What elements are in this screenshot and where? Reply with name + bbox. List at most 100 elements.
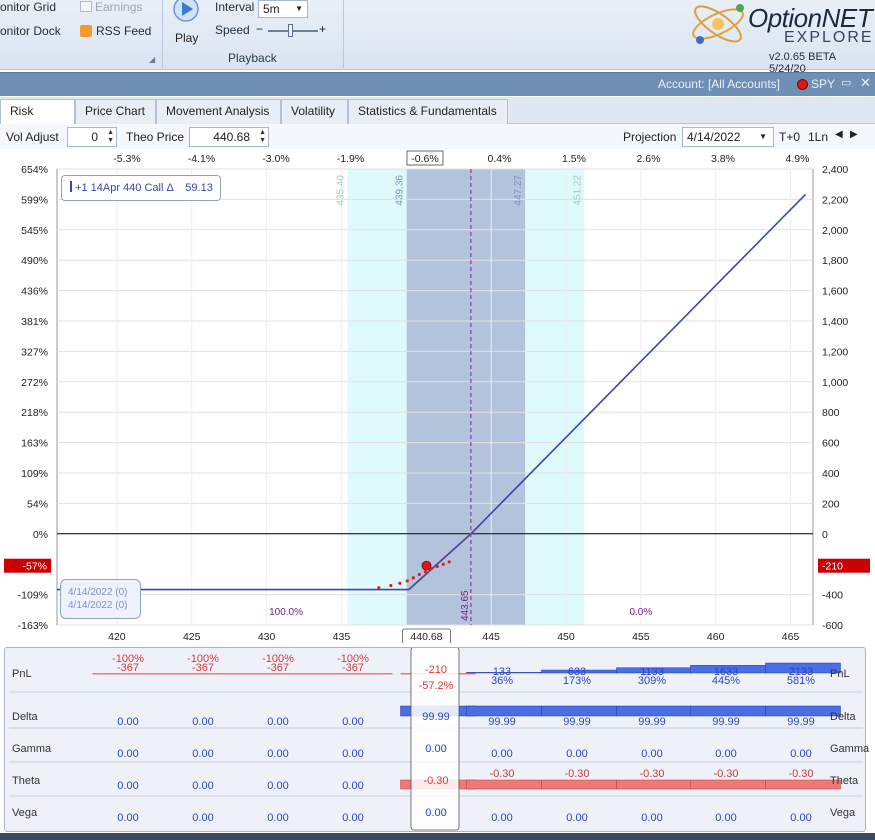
chevron-down-icon: ▼	[759, 132, 767, 141]
spinner-icon[interactable]: ▲ ▼	[107, 129, 114, 145]
symbol-label: SPY	[811, 77, 836, 91]
left-axis-tick: 0%	[33, 529, 48, 541]
greek-row-label: Delta	[830, 711, 856, 723]
theta-value: -0.30	[788, 768, 814, 780]
theta-value: -0.30	[423, 775, 449, 787]
rss-feed-button[interactable]: RSS Feed	[80, 24, 151, 38]
close-window-icon[interactable]: ✕	[860, 75, 871, 91]
tab-price-chart[interactable]: Price Chart	[75, 99, 156, 124]
legend-entry: +1 14Apr 440 Call Δ	[75, 182, 174, 194]
gamma-value: 0.00	[425, 743, 447, 755]
delta-bar	[690, 705, 766, 717]
gamma-value: 0.00	[342, 748, 364, 760]
gamma-value: 0.00	[641, 748, 663, 760]
bottom-axis-tick: 450	[557, 631, 575, 643]
trail-point	[447, 560, 451, 564]
top-axis-tick: -4.1%	[188, 153, 215, 165]
theo-price-input[interactable]: 440.68 ▲ ▼	[189, 127, 269, 147]
theta-bar	[616, 779, 692, 790]
risk-chart-svg[interactable]: 435.40 439.36 447.27 451.22 443.65 100.0% 0.0%…	[0, 148, 875, 646]
spinner-icon[interactable]: ▲ ▼	[259, 129, 266, 145]
vol-adjust-input[interactable]: 0 ▲ ▼	[67, 127, 117, 147]
bottom-axis-tick: 435	[333, 631, 351, 643]
bottom-axis-tick: 425	[183, 631, 201, 643]
greek-row-label: PnL	[12, 668, 32, 680]
delta-value: 99.99	[488, 716, 516, 728]
band-label: 447.27	[513, 175, 524, 206]
prev-arrow-icon[interactable]: ◀	[835, 129, 843, 140]
monitor-dock-button[interactable]: onitor Dock	[0, 24, 61, 38]
next-arrow-icon[interactable]: ▶	[850, 129, 858, 140]
restore-window-icon[interactable]: ▭	[841, 76, 851, 89]
left-axis-tick: -109%	[18, 590, 48, 602]
speed-label: Speed	[215, 23, 250, 37]
top-axis-tick: 2.6%	[637, 153, 661, 165]
trail-point	[377, 586, 381, 590]
left-axis-tick: 436%	[21, 286, 48, 298]
delta-value: 99.99	[563, 716, 591, 728]
theta-value: -0.30	[713, 768, 739, 780]
vega-value: 0.00	[192, 812, 214, 824]
t-plus-label[interactable]: T+0	[779, 130, 800, 144]
pnl-value: 1633	[713, 666, 739, 678]
pnl-value: 1133	[640, 666, 664, 678]
monitor-grid-button[interactable]: onitor Grid	[0, 0, 56, 14]
earnings-button[interactable]: Earnings	[80, 0, 142, 14]
date-legend[interactable]: 4/14/2022 (0) 4/14/2022 (0)	[60, 579, 141, 619]
vega-value: 0.00	[566, 812, 588, 824]
group-expand-icon[interactable]: ◢	[149, 55, 155, 64]
status-dot-icon	[797, 79, 808, 90]
brand-subtitle: EXPLORE	[784, 29, 874, 46]
tab-movement-analysis[interactable]: Movement Analysis	[156, 99, 281, 124]
account-label: Account: [All Accounts]	[657, 77, 780, 91]
risk-chart: 435.40 439.36 447.27 451.22 443.65 100.0% 0.0%…	[0, 148, 875, 646]
left-probability-label: 100.0%	[269, 607, 303, 618]
tab-statistics-fundamentals[interactable]: Statistics & Fundamentals	[348, 99, 508, 124]
plus-icon[interactable]: +	[319, 22, 326, 36]
projection-date-picker[interactable]: 4/14/2022 ▼	[682, 127, 774, 147]
minus-icon[interactable]: −	[256, 22, 263, 36]
position-legend[interactable]: +1 14Apr 440 Call Δ 59.13	[61, 175, 221, 201]
band-label: 451.22	[572, 175, 583, 206]
left-axis-tick: 599%	[21, 194, 48, 206]
chart-controls: Vol Adjust 0 ▲ ▼ Theo Price 440.68 ▲ ▼ Pro…	[0, 124, 875, 149]
right-axis-tick: -400	[822, 590, 843, 602]
delta-value: 99.99	[787, 716, 815, 728]
inner-probability-band	[406, 169, 526, 625]
delta-value: 99.99	[422, 711, 450, 723]
pnl-value: 2133	[788, 666, 814, 678]
tab-volatility[interactable]: Volatility	[281, 99, 348, 124]
delta-bar	[466, 705, 542, 717]
interval-value: 5m	[263, 2, 280, 16]
legend-value: 59.13	[185, 182, 213, 194]
top-axis-tick: -5.3%	[113, 153, 140, 165]
greek-row-label: Gamma	[12, 743, 52, 755]
tab-risk-chart[interactable]: Risk Chart	[0, 99, 75, 141]
theta-value: 0.00	[117, 780, 139, 792]
interval-select[interactable]: 5m ▼	[258, 0, 308, 18]
pnl-value: -367	[341, 662, 365, 674]
theta-value: 0.00	[342, 780, 364, 792]
left-value-marker-label: -57%	[22, 561, 47, 573]
lines-label[interactable]: 1Ln	[808, 130, 828, 144]
speed-slider-thumb[interactable]	[288, 24, 293, 37]
greek-row-label: Vega	[12, 807, 38, 819]
atom-icon	[692, 4, 744, 44]
greek-row-label: Theta	[830, 775, 859, 787]
band-label: 439.36	[395, 175, 406, 206]
left-axis-tick: 54%	[27, 498, 48, 510]
speed-slider[interactable]: − +	[256, 22, 330, 38]
delta-value: 0.00	[342, 716, 364, 728]
top-axis-tick: 0.4%	[488, 153, 512, 165]
right-probability-label: 0.0%	[629, 607, 652, 618]
left-axis-tick: 545%	[21, 225, 48, 237]
pnl-value: -367	[191, 662, 215, 674]
date-legend-line: 4/14/2022 (0)	[68, 587, 128, 598]
play-button[interactable]: Play	[170, 0, 202, 48]
play-label: Play	[175, 31, 199, 45]
earnings-icon	[80, 1, 92, 12]
trail-point	[405, 579, 409, 583]
vega-value: 0.00	[491, 812, 513, 824]
pnl-value: 633	[567, 666, 587, 678]
pnl-value: 133	[492, 666, 512, 678]
